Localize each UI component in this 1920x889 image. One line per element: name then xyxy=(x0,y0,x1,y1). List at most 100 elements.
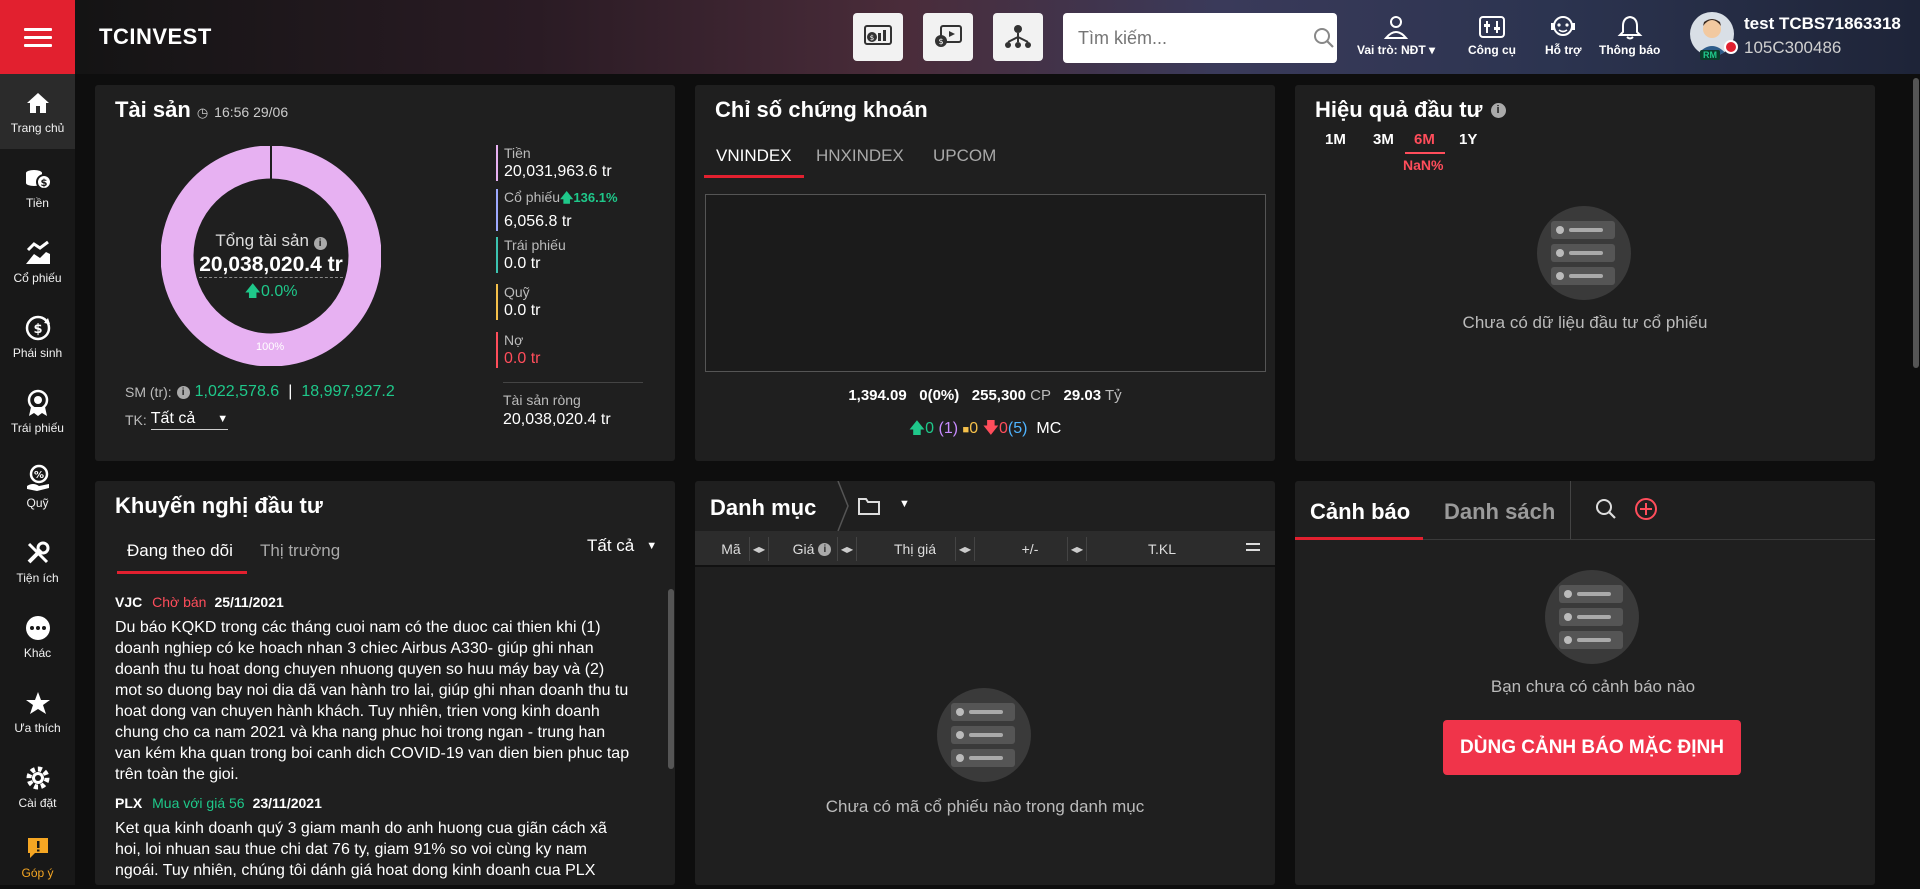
column-resize-handle[interactable]: ◀▶ xyxy=(1067,537,1087,561)
tools-button[interactable]: Công cụ xyxy=(1468,14,1516,57)
sidebar: Trang chủ $ Tiền Cổ phiếu $ Phái sinh Trái phi… xyxy=(0,0,75,885)
sidebar-item-gear[interactable]: Cài đặt xyxy=(0,749,75,824)
svg-text:%: % xyxy=(33,470,43,481)
period-1m[interactable]: 1M xyxy=(1325,131,1346,148)
search-icon[interactable] xyxy=(1310,27,1337,49)
assets-panel: Tài sản ◷ 16:56 29/06 Tổng tài sản i 20,… xyxy=(95,85,675,461)
user-profile[interactable]: RM test TCBS71863318 105C300486 xyxy=(1690,10,1920,64)
tools-label: Công cụ xyxy=(1468,43,1516,57)
toolbox-icon xyxy=(1479,16,1505,38)
period-6m[interactable]: 6M xyxy=(1414,131,1435,148)
info-icon[interactable]: i xyxy=(313,237,327,250)
star-icon xyxy=(23,688,53,718)
support-button[interactable]: Hỗ trợ xyxy=(1545,14,1582,57)
menu-button[interactable] xyxy=(0,0,75,74)
tab-alerts[interactable]: Cảnh báo xyxy=(1310,499,1410,525)
role-selector[interactable]: Vai trò: NĐT ▾ xyxy=(1357,14,1435,57)
tab-active-underline xyxy=(1295,537,1423,540)
index-chart-area[interactable] xyxy=(705,194,1266,372)
hamburger-icon xyxy=(23,23,52,52)
notifications-button[interactable]: Thông báo xyxy=(1599,14,1660,57)
sidebar-item-stock[interactable]: Cổ phiếu xyxy=(0,224,75,299)
column-header[interactable]: T.KL xyxy=(1087,531,1237,567)
bond-icon xyxy=(23,388,53,418)
video-button[interactable]: $ xyxy=(923,13,973,61)
breadth-flat: 0 xyxy=(969,420,979,437)
sidebar-item-feedback[interactable]: Góp ý xyxy=(0,824,75,889)
arrow-up-icon: 🡅 xyxy=(908,420,926,437)
tab-vnindex[interactable]: VNINDEX xyxy=(716,146,792,166)
asset-legend-name: Cổ phiếu xyxy=(504,189,561,205)
asset-legend-name: Quỹ xyxy=(504,284,530,300)
portfolio-empty-text: Chưa có mã cổ phiếu nào trong danh mục xyxy=(825,797,1145,816)
info-icon[interactable]: i xyxy=(176,385,190,399)
tab-upcom[interactable]: UPCOM xyxy=(933,146,996,166)
recommendation-scrollbar[interactable] xyxy=(668,589,674,769)
sidebar-item-bond[interactable]: Trái phiếu xyxy=(0,374,75,449)
column-resize-handle[interactable]: ◀▶ xyxy=(837,537,857,561)
sidebar-item-star[interactable]: Ưa thích xyxy=(0,674,75,749)
asset-legend-item: Cổ phiếu🡅136.1% 6,056.8 tr xyxy=(496,189,618,231)
column-resize-handle[interactable]: ◀▶ xyxy=(749,537,769,561)
home-icon xyxy=(23,88,53,118)
add-alert-icon[interactable] xyxy=(1634,497,1658,521)
sidebar-item-coins[interactable]: $ Tiền xyxy=(0,149,75,224)
sidebar-item-derivative[interactable]: $ Phái sinh xyxy=(0,299,75,374)
market-board-button[interactable]: $ xyxy=(853,13,903,61)
fund-icon: % xyxy=(23,463,53,493)
folder-icon[interactable] xyxy=(857,496,881,516)
index-change: 0(0%) xyxy=(919,387,960,404)
asset-legend-value: 20,031,963.6 tr xyxy=(504,163,612,180)
sidebar-item-more[interactable]: Khác xyxy=(0,599,75,674)
sm-value-1: 1,022,578.6 xyxy=(194,383,280,400)
breadth-floor: (5) xyxy=(1007,420,1028,437)
search-icon[interactable] xyxy=(1595,498,1617,520)
sidebar-item-fund[interactable]: % Quỹ xyxy=(0,449,75,524)
logo[interactable]: TCINVEST xyxy=(99,24,212,50)
rec-action: Mua với giá 56 xyxy=(152,795,245,811)
default-alert-button[interactable]: DÙNG CẢNH BÁO MẶC ĐỊNH xyxy=(1443,720,1741,775)
sidebar-item-label: Góp ý xyxy=(21,866,54,880)
video-money-icon: $ xyxy=(935,25,962,47)
empty-state-icon xyxy=(1545,570,1639,664)
donut-slice-label: 100% xyxy=(256,341,285,353)
sidebar-item-tools[interactable]: Tiện ích xyxy=(0,524,75,599)
sidebar-item-label: Cổ phiếu xyxy=(13,271,62,285)
sidebar-item-home[interactable]: Trang chủ xyxy=(0,74,75,149)
account-select[interactable]: Tất cả ▼ xyxy=(150,410,229,430)
period-active-underline xyxy=(1405,152,1445,154)
info-icon[interactable]: i xyxy=(1490,102,1506,118)
sidebar-item-label: Trái phiếu xyxy=(11,421,64,435)
list-item[interactable]: VJC Chờ bán 25/11/2021 Du báo KQKD trong c… xyxy=(115,594,635,785)
network-button[interactable] xyxy=(993,13,1043,61)
info-icon[interactable]: i xyxy=(818,542,832,556)
tab-market[interactable]: Thị trường xyxy=(260,541,340,561)
assets-title: Tài sản xyxy=(115,97,191,122)
page-scrollbar[interactable] xyxy=(1913,78,1919,368)
top-header: TCINVEST $ $ Vai trò: NĐT ▾ Công cụ Hỗ t… xyxy=(75,0,1920,74)
notification-dot-icon xyxy=(1724,40,1738,54)
period-value: NaN% xyxy=(1403,157,1444,173)
asset-legend-name: Nợ xyxy=(504,332,524,348)
search-input[interactable] xyxy=(1063,14,1310,62)
period-3m[interactable]: 3M xyxy=(1373,131,1394,148)
column-resize-handle[interactable]: ◀▶ xyxy=(955,537,975,561)
period-1y[interactable]: 1Y xyxy=(1459,131,1477,148)
folder-dropdown-icon[interactable]: ▼ xyxy=(899,498,910,510)
column-header-label: Mã xyxy=(721,541,741,557)
asset-legend-item: Nợ 0.0 tr xyxy=(496,332,540,368)
rec-action: Chờ bán xyxy=(152,594,207,610)
tab-hnxindex[interactable]: HNXINDEX xyxy=(816,146,904,166)
portfolio-title: Danh mục xyxy=(710,495,817,520)
list-item[interactable]: PLX Mua với giá 56 23/11/2021 Ket qua kinh… xyxy=(115,795,635,881)
recommendation-list: VJC Chờ bán 25/11/2021 Du báo KQKD trong c… xyxy=(115,594,635,885)
tab-following[interactable]: Đang theo dõi xyxy=(127,541,233,561)
arrow-up-icon: 🡅 xyxy=(244,283,261,300)
recommend-filter[interactable]: Tất cả ▼ xyxy=(587,536,657,556)
tools-icon xyxy=(23,538,53,568)
rec-date: 23/11/2021 xyxy=(252,795,322,811)
table-menu-icon[interactable] xyxy=(1246,543,1260,551)
column-header-label: T.KL xyxy=(1147,541,1176,557)
svg-text:$: $ xyxy=(938,37,943,46)
tab-list[interactable]: Danh sách xyxy=(1444,499,1555,525)
